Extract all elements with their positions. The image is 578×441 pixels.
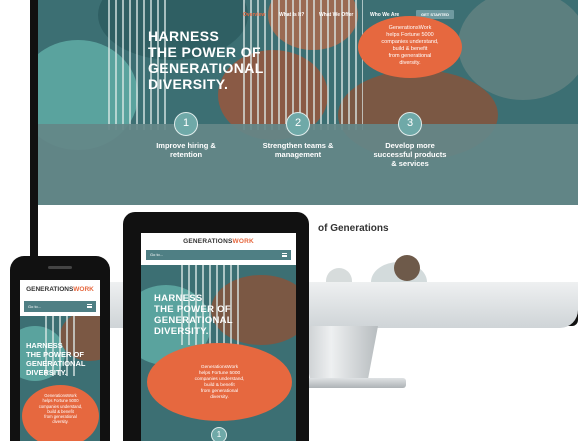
callout-line: GenerationsWork: [388, 25, 432, 31]
person-photo: [394, 255, 420, 281]
step-label-line: management: [274, 150, 322, 159]
step-number: 2: [286, 112, 310, 136]
goto-label: Go to...: [28, 304, 42, 309]
headline-line: THE POWER OF: [26, 350, 84, 359]
headline-line: DIVERSITY.: [26, 368, 67, 377]
step-label: Develop more successful products & servi…: [360, 141, 460, 168]
headline-line: GENERATIONAL: [26, 359, 86, 368]
step-label-line: retention: [169, 150, 203, 159]
hamburger-icon: [282, 253, 287, 257]
step-label-line: Develop more: [385, 141, 435, 150]
step-label-line: Strengthen teams &: [262, 141, 334, 150]
callout-line: diversity.: [399, 60, 421, 66]
person-photo: [326, 268, 352, 282]
headline-line: GENERATIONAL: [148, 60, 264, 76]
callout-line: helps Fortune 5000: [386, 32, 434, 38]
headline-line: GENERATIONAL: [154, 315, 233, 326]
headline-line: THE POWER OF: [154, 304, 231, 315]
goto-label: Go to...: [150, 252, 164, 257]
responsive-mockup: HARNESS THE POWER OF GENERATIONAL DIVERS…: [0, 0, 578, 441]
callout-line: diversity.: [210, 395, 229, 400]
callout-line: build & benefit: [392, 46, 428, 52]
phone-oval-callout: GenerationsWork helps Fortune 5000 compa…: [22, 385, 99, 441]
headline-line: HARNESS: [26, 341, 63, 350]
nav-overview[interactable]: Overview: [243, 12, 265, 18]
section-heading: of Generations: [318, 223, 389, 234]
step-label-line: & services: [391, 159, 429, 168]
phone-hero: HARNESS THE POWER OF GENERATIONAL DIVERS…: [20, 316, 100, 441]
step-label-line: Improve hiring &: [156, 141, 216, 150]
tablet-hero: HARNESS THE POWER OF GENERATIONAL DIVERS…: [141, 265, 296, 441]
nav-what-is-it[interactable]: What Is It?: [279, 12, 304, 18]
tablet-screen: GENERATIONSWORK Go to... HARNESS THE POW…: [141, 233, 296, 441]
headline-line: HARNESS: [154, 293, 203, 304]
step-item: 1 Improve hiring & retention: [136, 112, 236, 159]
tablet-headline: HARNESS THE POWER OF GENERATIONAL DIVERS…: [154, 293, 233, 337]
tablet-step-number: 1: [211, 427, 227, 441]
callout-line: companies understand,: [381, 39, 439, 45]
logo-main: GENERATIONS: [183, 238, 233, 245]
step-label: Strengthen teams & management: [248, 141, 348, 159]
logo-main: GENERATIONS: [26, 286, 74, 293]
phone-headline: HARNESS THE POWER OF GENERATIONAL DIVERS…: [26, 341, 85, 377]
step-number: 1: [174, 112, 198, 136]
step-item: 2 Strengthen teams & management: [248, 112, 348, 159]
logo-accent: WORK: [73, 286, 94, 293]
phone-goto-menu[interactable]: Go to...: [24, 301, 96, 312]
hamburger-icon: [87, 304, 92, 308]
hero-headline: HARNESS THE POWER OF GENERATIONAL DIVERS…: [148, 28, 298, 92]
logo-accent: WORK: [232, 238, 254, 245]
step-label-line: successful products: [373, 150, 447, 159]
headline-line: DIVERSITY.: [148, 76, 229, 92]
headline-line: THE POWER OF: [148, 44, 261, 60]
phone-speaker: [48, 266, 72, 269]
phone-logo: GENERATIONSWORK: [20, 286, 100, 293]
phone-screen: GENERATIONSWORK Go to... HARNESS THE POW…: [20, 280, 100, 441]
tablet-oval-callout: GenerationsWork helps Fortune 5000 compa…: [147, 343, 292, 421]
desktop-stand: [300, 326, 378, 384]
callout-line: diversity.: [52, 419, 69, 425]
hero-oval-callout: GenerationsWork helps Fortune 5000 compa…: [358, 16, 462, 78]
headline-line: HARNESS: [148, 28, 220, 44]
step-label: Improve hiring & retention: [136, 141, 236, 159]
desktop-hero: HARNESS THE POWER OF GENERATIONAL DIVERS…: [38, 0, 578, 205]
tablet-logo: GENERATIONSWORK: [141, 238, 296, 245]
callout-line: from generational: [388, 53, 432, 59]
step-number: 3: [398, 112, 422, 136]
nav-what-we-offer[interactable]: What We Offer: [319, 12, 353, 18]
headline-line: DIVERSITY.: [154, 326, 209, 337]
step-item: 3 Develop more successful products & ser…: [360, 112, 460, 168]
steps-band: 1 Improve hiring & retention 2 Strengthe…: [38, 112, 578, 205]
tablet-goto-menu[interactable]: Go to...: [146, 250, 291, 260]
